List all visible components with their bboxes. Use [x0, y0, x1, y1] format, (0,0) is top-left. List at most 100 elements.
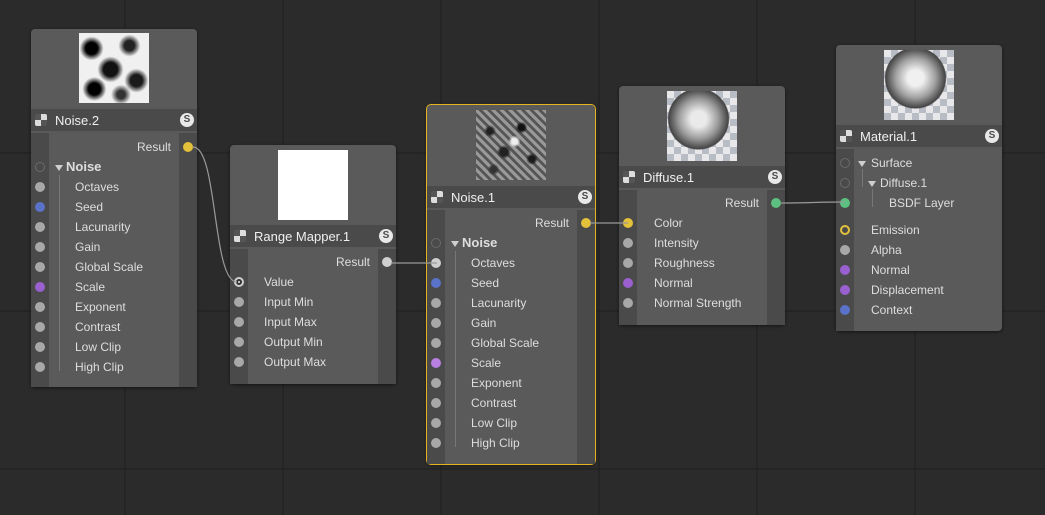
diffuse-layer-row[interactable]: Diffuse.1 — [836, 173, 1002, 193]
expand-triangle-icon[interactable] — [868, 181, 876, 187]
input-port[interactable] — [234, 317, 244, 327]
input-port[interactable] — [623, 298, 633, 308]
input-port[interactable] — [840, 245, 850, 255]
material-node[interactable]: Material.1 S Surface Diffuse.1 BSDF Laye… — [836, 45, 1002, 331]
noise-2-header[interactable]: Noise.2 S — [31, 109, 197, 131]
param-row[interactable]: Octaves — [31, 177, 197, 197]
param-row[interactable]: Exponent — [427, 373, 595, 393]
param-row[interactable]: Low Clip — [427, 413, 595, 433]
param-row[interactable]: High Clip — [427, 433, 595, 453]
noise-group-row[interactable]: Noise — [427, 233, 595, 253]
input-port[interactable] — [840, 225, 850, 235]
param-row[interactable]: Lacunarity — [31, 217, 197, 237]
noise-1-node[interactable]: Noise.1 S Result Noise Octaves Seed Lacu… — [426, 104, 596, 465]
param-row[interactable]: Value — [230, 272, 396, 292]
input-port[interactable] — [35, 182, 45, 192]
surface-input-port[interactable] — [840, 158, 850, 168]
solo-badge[interactable]: S — [768, 170, 782, 184]
input-port[interactable] — [431, 298, 441, 308]
input-port[interactable] — [840, 305, 850, 315]
input-port[interactable] — [431, 418, 441, 428]
solo-badge[interactable]: S — [985, 129, 999, 143]
param-row[interactable]: Context — [836, 300, 1002, 320]
param-row[interactable]: Contrast — [427, 393, 595, 413]
input-port[interactable] — [431, 278, 441, 288]
surface-row[interactable]: Surface — [836, 153, 1002, 173]
diffuse-header[interactable]: Diffuse.1 S — [619, 166, 785, 188]
param-row[interactable]: Normal — [619, 273, 785, 293]
input-port[interactable] — [35, 242, 45, 252]
bsdf-layer-row[interactable]: BSDF Layer — [836, 193, 1002, 213]
param-row[interactable]: Lacunarity — [427, 293, 595, 313]
input-port[interactable] — [35, 262, 45, 272]
param-row[interactable]: Output Max — [230, 352, 396, 372]
param-row[interactable]: Intensity — [619, 233, 785, 253]
input-port[interactable] — [431, 438, 441, 448]
input-port[interactable] — [35, 342, 45, 352]
noise-1-header[interactable]: Noise.1 S — [427, 186, 595, 208]
group-input-port[interactable] — [431, 238, 441, 248]
result-output-port[interactable] — [581, 218, 591, 228]
expand-triangle-icon[interactable] — [858, 161, 866, 167]
result-output-port[interactable] — [771, 198, 781, 208]
input-port[interactable] — [623, 218, 633, 228]
input-port[interactable] — [431, 398, 441, 408]
input-port[interactable] — [35, 202, 45, 212]
param-row[interactable]: Color — [619, 213, 785, 233]
param-row[interactable]: Normal — [836, 260, 1002, 280]
input-port[interactable] — [234, 297, 244, 307]
noise-2-node[interactable]: Noise.2 S Result Noise Octaves Seed Lacu… — [31, 29, 197, 387]
input-port[interactable] — [35, 222, 45, 232]
expand-triangle-icon[interactable] — [55, 165, 63, 171]
param-row[interactable]: Scale — [31, 277, 197, 297]
param-row[interactable]: Contrast — [31, 317, 197, 337]
solo-badge[interactable]: S — [578, 190, 592, 204]
result-output-port[interactable] — [382, 257, 392, 267]
diffuse-layer-input-port[interactable] — [840, 178, 850, 188]
input-port[interactable] — [431, 378, 441, 388]
solo-badge[interactable]: S — [379, 229, 393, 243]
input-port[interactable] — [234, 357, 244, 367]
param-row[interactable]: Gain — [31, 237, 197, 257]
param-row[interactable]: Roughness — [619, 253, 785, 273]
param-row[interactable]: High Clip — [31, 357, 197, 377]
input-port[interactable] — [623, 258, 633, 268]
param-row[interactable]: Low Clip — [31, 337, 197, 357]
param-row[interactable]: Exponent — [31, 297, 197, 317]
noise-group-row[interactable]: Noise — [31, 157, 197, 177]
input-port[interactable] — [35, 322, 45, 332]
param-row[interactable]: Global Scale — [427, 333, 595, 353]
input-port[interactable] — [431, 318, 441, 328]
input-port[interactable] — [35, 362, 45, 372]
group-input-port[interactable] — [35, 162, 45, 172]
param-row[interactable]: Seed — [31, 197, 197, 217]
input-port[interactable] — [234, 337, 244, 347]
param-row[interactable]: Normal Strength — [619, 293, 785, 313]
input-port[interactable] — [431, 358, 441, 368]
param-row[interactable]: Octaves — [427, 253, 595, 273]
param-row[interactable]: Scale — [427, 353, 595, 373]
range-mapper-header[interactable]: Range Mapper.1 S — [230, 225, 396, 247]
connected-input-port[interactable] — [234, 277, 244, 287]
input-port[interactable] — [35, 302, 45, 312]
param-row[interactable]: Global Scale — [31, 257, 197, 277]
input-port[interactable] — [431, 258, 441, 268]
input-port[interactable] — [840, 285, 850, 295]
input-port[interactable] — [840, 265, 850, 275]
material-header[interactable]: Material.1 S — [836, 125, 1002, 147]
input-port[interactable] — [623, 238, 633, 248]
param-row[interactable]: Output Min — [230, 332, 396, 352]
diffuse-node[interactable]: Diffuse.1 S Result Color Intensity Rough… — [619, 86, 785, 325]
param-row[interactable]: Emission — [836, 220, 1002, 240]
param-row[interactable]: Input Min — [230, 292, 396, 312]
expand-triangle-icon[interactable] — [451, 241, 459, 247]
param-row[interactable]: Seed — [427, 273, 595, 293]
input-port[interactable] — [35, 282, 45, 292]
result-output-port[interactable] — [183, 142, 193, 152]
range-mapper-node[interactable]: Range Mapper.1 S Result Value Input Min … — [230, 145, 396, 384]
param-row[interactable]: Gain — [427, 313, 595, 333]
bsdf-input-port[interactable] — [840, 198, 850, 208]
param-row[interactable]: Input Max — [230, 312, 396, 332]
param-row[interactable]: Alpha — [836, 240, 1002, 260]
input-port[interactable] — [431, 338, 441, 348]
